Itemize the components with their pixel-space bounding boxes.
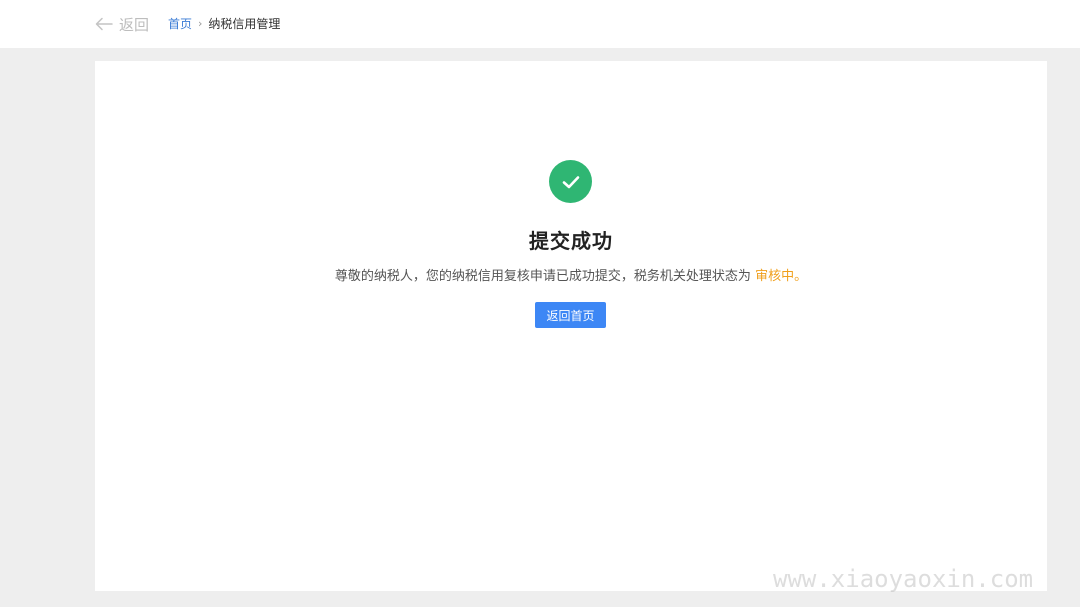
check-circle-icon	[549, 160, 592, 203]
top-bar: 返回 首页 › 纳税信用管理	[0, 0, 1080, 48]
arrow-left-icon	[95, 17, 113, 31]
status-text: 审核中。	[755, 269, 808, 284]
breadcrumb-home-link[interactable]: 首页	[168, 15, 192, 32]
back-button[interactable]: 返回	[95, 12, 149, 36]
breadcrumb: 首页 › 纳税信用管理	[168, 15, 280, 32]
chevron-right-icon: ›	[198, 17, 203, 30]
breadcrumb-current: 纳税信用管理	[208, 17, 281, 31]
result-message: 尊敬的纳税人，您的纳税信用复核申请已成功提交，税务机关处理状态为 审核中。	[95, 265, 1047, 284]
result-title: 提交成功	[529, 229, 613, 253]
watermark: www.xiaoyaoxin.com	[773, 565, 1034, 593]
return-home-button[interactable]: 返回首页	[535, 302, 606, 328]
result-card: 提交成功 尊敬的纳税人，您的纳税信用复核申请已成功提交，税务机关处理状态为 审核…	[95, 61, 1047, 591]
message-text: 尊敬的纳税人，您的纳税信用复核申请已成功提交，税务机关处理状态为	[334, 269, 751, 284]
back-label: 返回	[119, 15, 150, 34]
